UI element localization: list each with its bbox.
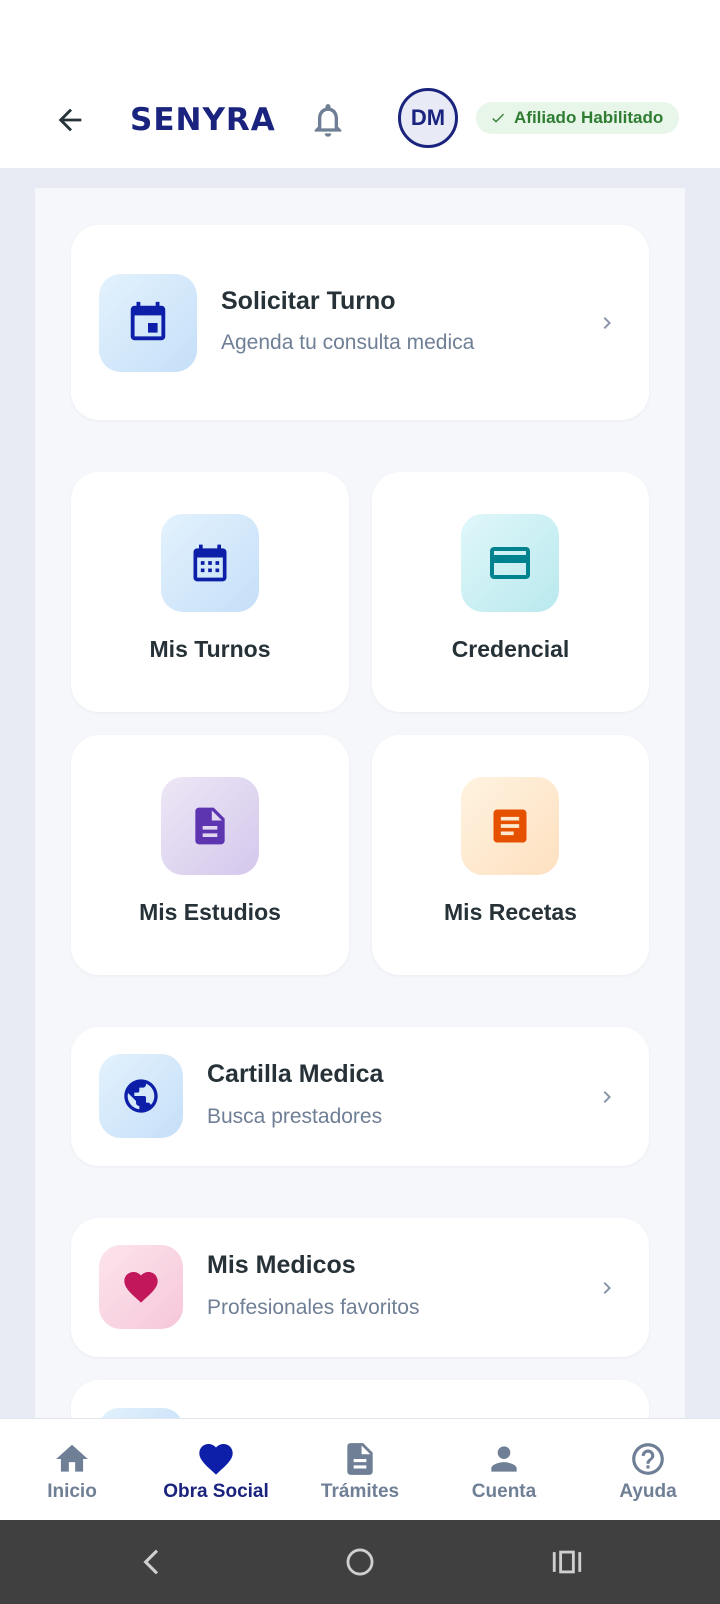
- nav-label-ayuda: Ayuda: [619, 1481, 677, 1502]
- mis-turnos-icon-box: [161, 514, 259, 612]
- back-button[interactable]: [50, 100, 90, 140]
- globe-icon: [124, 1079, 158, 1113]
- request-appointment-title: Solicitar Turno: [221, 287, 396, 315]
- chevron-left-icon: [143, 1549, 159, 1575]
- credencial-icon-box: [461, 514, 559, 612]
- credencial-label: Credencial: [451, 636, 570, 662]
- request-appointment-card[interactable]: Solicitar Turno Agenda tu consulta medic…: [71, 225, 649, 420]
- system-navigation-bar: [0, 1520, 720, 1604]
- recents-icon: [552, 1550, 582, 1574]
- prescription-list-icon: [493, 809, 527, 843]
- circle-icon: [346, 1548, 374, 1576]
- tile-mis-turnos[interactable]: Mis Turnos: [71, 472, 349, 712]
- nav-label-inicio: Inicio: [47, 1481, 97, 1502]
- nav-item-obra-social[interactable]: Obra Social: [144, 1419, 288, 1521]
- system-back-button[interactable]: [132, 1542, 172, 1582]
- nav-item-tramites[interactable]: Trámites: [288, 1419, 432, 1521]
- mis-recetas-icon-box: [461, 777, 559, 875]
- status-bar-area: [0, 0, 720, 72]
- calendar-grid-icon: [193, 544, 227, 582]
- mis-medicos-title: Mis Medicos: [207, 1251, 356, 1279]
- nav-item-ayuda[interactable]: Ayuda: [576, 1419, 720, 1521]
- credit-card-icon: [490, 547, 530, 579]
- mis-turnos-label: Mis Turnos: [149, 636, 271, 662]
- system-recents-button[interactable]: [547, 1542, 587, 1582]
- home-icon: [52, 1439, 92, 1479]
- app-header: SENYRA DM Afiliado Habilitado: [0, 72, 720, 168]
- status-badge-label: Afiliado Habilitado: [514, 108, 664, 127]
- document-icon: [340, 1439, 380, 1479]
- mis-medicos-subtitle: Profesionales favoritos: [207, 1296, 420, 1319]
- nav-item-cuenta[interactable]: Cuenta: [432, 1419, 576, 1521]
- nav-label-cuenta: Cuenta: [471, 1481, 537, 1502]
- arrow-left-icon: [58, 108, 82, 132]
- chevron-right-icon: [603, 1091, 611, 1103]
- tile-mis-recetas[interactable]: Mis Recetas: [372, 735, 649, 975]
- list-item-cartilla-medica[interactable]: Cartilla Medica Busca prestadores: [71, 1027, 649, 1166]
- help-circle-icon: [628, 1439, 668, 1479]
- chevron-right-icon: [603, 317, 611, 329]
- system-home-button[interactable]: [340, 1542, 380, 1582]
- person-icon: [484, 1439, 524, 1479]
- heart-icon: [124, 1272, 158, 1303]
- mis-medicos-icon-box: [99, 1245, 183, 1329]
- tile-mis-estudios[interactable]: Mis Estudios: [71, 735, 349, 975]
- avatar[interactable]: DM: [398, 88, 458, 148]
- bottom-navigation: Inicio Obra Social Trámites Cuenta Ayuda: [0, 1418, 720, 1521]
- mis-estudios-label: Mis Estudios: [139, 899, 281, 925]
- tile-credencial[interactable]: Credencial: [372, 472, 649, 712]
- cartilla-subtitle: Busca prestadores: [207, 1105, 383, 1128]
- mis-recetas-label: Mis Recetas: [444, 899, 577, 925]
- nav-label-obra-social: Obra Social: [163, 1481, 269, 1502]
- check-icon: [492, 113, 504, 123]
- notifications-button[interactable]: [308, 100, 348, 140]
- app-brand: SENYRA: [130, 102, 276, 138]
- nav-item-inicio[interactable]: Inicio: [0, 1419, 144, 1521]
- nav-label-tramites: Trámites: [320, 1481, 400, 1502]
- calendar-event-icon: [130, 301, 166, 341]
- request-appointment-subtitle: Agenda tu consulta medica: [221, 331, 475, 354]
- chevron-right-icon: [603, 1282, 611, 1294]
- request-appointment-icon-box: [99, 274, 197, 372]
- document-icon: [195, 807, 225, 845]
- bell-icon: [314, 104, 342, 137]
- status-badge: Afiliado Habilitado: [476, 102, 680, 134]
- cartilla-title: Cartilla Medica: [207, 1060, 384, 1088]
- mis-estudios-icon-box: [161, 777, 259, 875]
- cartilla-icon-box: [99, 1054, 183, 1138]
- heart-icon: [196, 1439, 236, 1479]
- list-item-mis-medicos[interactable]: Mis Medicos Profesionales favoritos: [71, 1218, 649, 1357]
